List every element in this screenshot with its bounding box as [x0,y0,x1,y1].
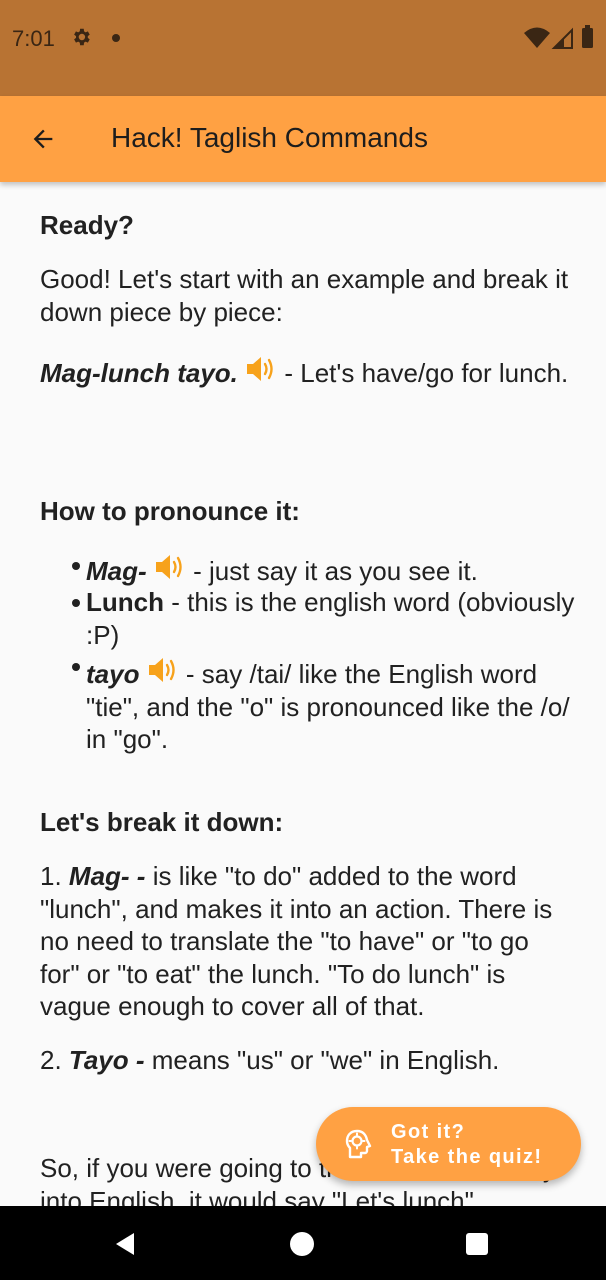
back-triangle-icon[interactable] [112,1230,140,1258]
breakdown-number: 2. [40,1045,69,1075]
settings-icon [74,28,90,46]
list-item: Mag- - just say it as you see it. [86,552,576,588]
breakdown-item-1: 1. Mag- - is like "to do" added to the w… [40,860,570,1023]
fab-line-1: Got it? [391,1121,466,1143]
system-nav-bar [0,1206,606,1280]
fab-label: Got it? Take the quiz! [391,1120,542,1170]
bullet-icon [72,562,80,570]
list-item: tayo - say /tai/ like the English word "… [86,655,576,756]
pronounce-description: - just say it as you see it. [185,556,478,586]
breakdown-item-2: 2. Tayo - means "us" or "we" in English. [40,1044,570,1077]
pronounce-heading: How to pronounce it: [40,496,300,526]
pronounce-term: tayo [86,659,140,689]
pronounce-term: Lunch [86,587,164,617]
example-phrase: Mag-lunch tayo. [40,358,238,388]
breakdown-number: 1. [40,861,69,891]
notification-dot-icon [112,34,120,42]
page-title: Hack! Taglish Commands [111,122,428,153]
breakdown-heading: Let's break it down: [40,807,284,837]
app-bar: Hack! Taglish Commands [0,96,606,182]
recents-square-icon[interactable] [466,1233,488,1255]
status-indicators [524,25,593,49]
lightbulb-head-icon [345,1129,372,1159]
speaker-icon[interactable] [245,354,277,384]
lesson-content[interactable]: Ready? Good! Let's start with an example… [0,182,606,1206]
list-item: Lunch - this is the english word (obviou… [86,586,576,651]
battery-icon [582,28,593,48]
pronounce-term: Mag- [86,556,147,586]
breakdown-description: means "us" or "we" in English. [144,1045,500,1075]
ready-heading: Ready? [40,210,134,240]
breakdown-term: Tayo - [68,1045,145,1075]
signal-fill [554,38,564,48]
example-sentence: Mag-lunch tayo. - Let's have/go for lunc… [40,354,570,390]
bullet-icon [72,663,80,671]
arrow-back-icon [33,129,53,149]
breakdown-term: Mag- - [68,861,146,891]
status-time: 7:01 [12,26,55,51]
example-translation: - Let's have/go for lunch. [277,358,569,388]
status-bar: 7:01 [0,0,606,96]
speaker-icon[interactable] [147,655,179,685]
wifi-icon [524,27,550,48]
intro-paragraph: Good! Let's start with an example and br… [40,264,569,327]
home-circle-icon[interactable] [290,1232,314,1256]
bullet-icon [72,599,80,607]
take-quiz-button[interactable]: Got it? Take the quiz! [316,1107,581,1181]
speaker-icon[interactable] [154,552,186,582]
back-button[interactable] [22,118,64,160]
fab-line-2: Take the quiz! [391,1146,543,1168]
